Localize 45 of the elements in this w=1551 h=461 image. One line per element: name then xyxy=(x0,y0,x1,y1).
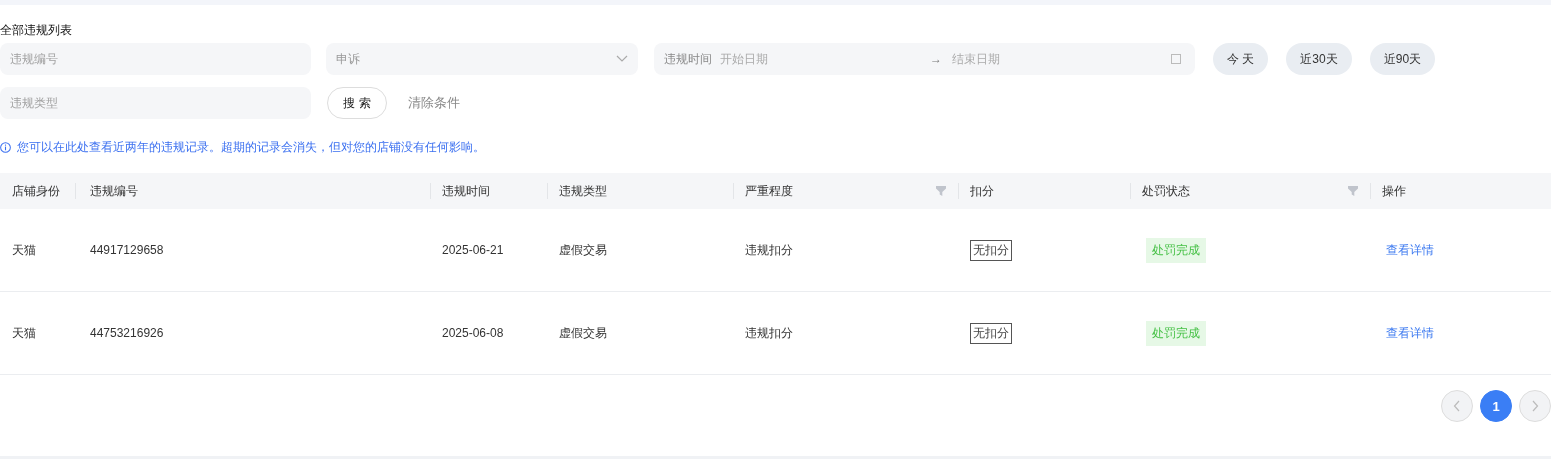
calendar-icon xyxy=(1171,54,1181,64)
chevron-right-icon xyxy=(1531,400,1539,412)
column-header: 严重程度 xyxy=(745,182,793,200)
table-cell: 虚假交易 xyxy=(559,324,607,342)
column-header: 违规编号 xyxy=(90,182,138,200)
page-title: 全部违规列表 xyxy=(0,23,73,37)
table-cell: 天猫 xyxy=(12,324,36,342)
violation-type-field[interactable]: 违规类型 xyxy=(0,87,311,119)
search-button[interactable]: 搜 索 xyxy=(327,87,387,119)
violation-id-field[interactable]: 违规编号 xyxy=(0,43,311,75)
info-icon xyxy=(0,141,11,153)
view-details-link[interactable]: 查看详情 xyxy=(1386,324,1434,342)
page-button[interactable]: 1 xyxy=(1480,390,1512,422)
table-cell: 违规扣分 xyxy=(745,324,793,342)
quick-range-button[interactable]: 近90天 xyxy=(1369,43,1436,75)
column-header: 操作 xyxy=(1382,182,1406,200)
filter-icon[interactable] xyxy=(936,186,946,196)
table-cell: 违规扣分 xyxy=(745,241,793,259)
table-cell: 天猫 xyxy=(12,241,36,259)
appeal-select[interactable]: 申诉 xyxy=(326,43,638,75)
column-header: 违规时间 xyxy=(442,182,490,200)
chevron-left-icon xyxy=(1453,400,1461,412)
column-header: 处罚状态 xyxy=(1142,182,1190,200)
quick-range-button[interactable]: 近30天 xyxy=(1286,43,1352,75)
next-page-button[interactable] xyxy=(1519,390,1551,422)
column-header: 店铺身份 xyxy=(12,182,60,200)
table-cell: 虚假交易 xyxy=(559,241,607,259)
points-tag: 无扣分 xyxy=(970,322,1012,344)
table-cell: 44917129658 xyxy=(90,243,164,257)
clear-filters-link[interactable]: 清除条件 xyxy=(408,94,460,112)
table-cell: 2025-06-08 xyxy=(442,326,504,340)
view-details-link[interactable]: 查看详情 xyxy=(1386,241,1434,259)
previous-page-button[interactable] xyxy=(1441,390,1473,422)
quick-range-button[interactable]: 今 天 xyxy=(1213,43,1269,75)
date-range-field[interactable]: 违规时间 开始日期 → 结束日期 xyxy=(654,43,1195,75)
column-header: 扣分 xyxy=(970,182,994,200)
notice-text: 您可以在此处查看近两年的违规记录。超期的记录会消失，但对您的店铺没有任何影响。 xyxy=(17,138,485,156)
chevron-down-icon xyxy=(616,55,628,63)
status-tag: 处罚完成 xyxy=(1146,320,1206,346)
table-cell: 2025-06-21 xyxy=(442,243,504,257)
column-header: 违规类型 xyxy=(559,182,607,200)
status-tag: 处罚完成 xyxy=(1146,237,1206,263)
filter-icon[interactable] xyxy=(1348,186,1358,196)
points-tag: 无扣分 xyxy=(970,239,1012,261)
table-cell: 44753216926 xyxy=(90,326,164,340)
